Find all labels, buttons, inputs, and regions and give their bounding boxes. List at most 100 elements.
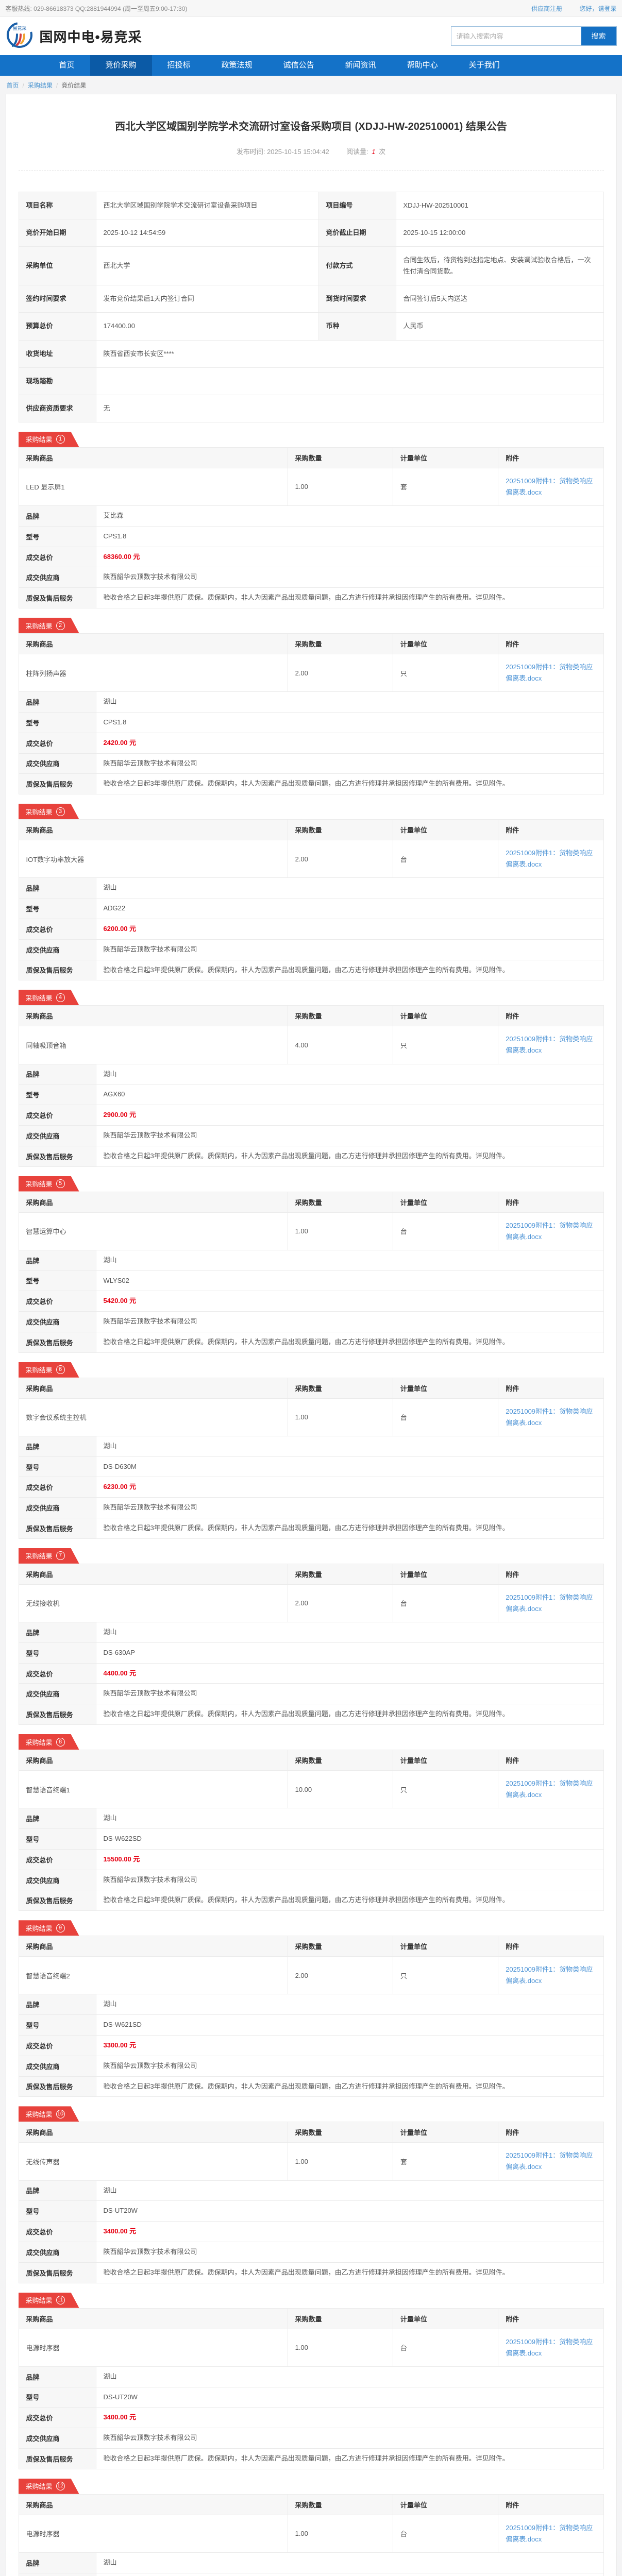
nav-item-news[interactable]: 新闻资讯 (330, 55, 392, 76)
result-badge-label: 采购结果 (26, 434, 53, 444)
info-label-project-name: 项目名称 (19, 192, 96, 219)
brand-label: 品牌 (19, 1250, 96, 1270)
announcement-card: 西北大学区域国别学院学术交流研讨室设备采购项目 (XDJJ-HW-2025100… (6, 94, 617, 2576)
nav-item-bidding-purchase[interactable]: 竞价采购 (90, 55, 152, 76)
model-label: 型号 (19, 1642, 96, 1663)
result-detail-table: 品牌 湖山 型号 DS-630AP 成交总价 4400.00 元 (19, 1622, 604, 1725)
model-label: 型号 (19, 713, 96, 733)
search-input[interactable] (451, 27, 581, 45)
result-badge: 采购结果 11 (19, 2293, 79, 2308)
price-value: 3300.00 (104, 2041, 128, 2049)
nav-item-policy[interactable]: 政策法规 (206, 55, 268, 76)
supplier-value: 陕西韶华云顶数字技术有限公司 (96, 2056, 603, 2076)
attachment-link[interactable]: 20251009附件1：货物类响应偏离表.docx (506, 2522, 596, 2545)
col-header-qty: 采购数量 (288, 634, 393, 654)
result-block: 采购结果 2 采购商品 采购数量 计量单位 附件 柱阵列扬声器 2.00 只 (19, 618, 604, 794)
login-link[interactable]: 您好，请登录 (579, 5, 616, 12)
brand-label: 品牌 (19, 1436, 96, 1456)
supplier-label: 成交供应商 (19, 1870, 96, 1890)
brand-value: 湖山 (96, 1250, 603, 1270)
result-badge-number: 7 (56, 1551, 65, 1560)
info-value-sign-time: 发布竞价结果后1天内签订合同 (96, 285, 318, 313)
col-header-attachment: 附件 (498, 447, 603, 468)
result-item-table: 采购商品 采购数量 计量单位 附件 柱阵列扬声器 2.00 只 20251009… (19, 633, 604, 692)
attachment-link[interactable]: 20251009附件1：货物类响应偏离表.docx (506, 476, 596, 498)
info-value-project-no: XDJJ-HW-202510001 (396, 192, 603, 219)
model-value: CPS1.8 (96, 713, 603, 733)
result-badge-label: 采购结果 (26, 1551, 53, 1561)
unit-cell: 台 (393, 840, 498, 878)
brand-label: 品牌 (19, 1622, 96, 1643)
attachment-link[interactable]: 20251009附件1：货物类响应偏离表.docx (506, 662, 596, 684)
attachment-cell: 20251009附件1：货物类响应偏离表.docx (498, 2329, 603, 2366)
info-label-address: 收货地址 (19, 340, 96, 367)
model-value: CPS1.8 (96, 526, 603, 547)
attachment-link[interactable]: 20251009附件1：货物类响应偏离表.docx (506, 1406, 596, 1429)
model-value: ADG22 (96, 899, 603, 919)
col-header-product: 采购商品 (19, 1006, 288, 1026)
product-name-cell: 电源时序器 (19, 2329, 288, 2366)
price-label: 成交总价 (19, 1105, 96, 1126)
attachment-link[interactable]: 20251009附件1：货物类响应偏离表.docx (506, 1964, 596, 1987)
result-badge-number: 11 (56, 2296, 65, 2304)
price-value: 68360.00 (104, 553, 131, 561)
attachment-link[interactable]: 20251009附件1：货物类响应偏离表.docx (506, 1220, 596, 1243)
warranty-value: 验收合格之日起3年提供原厂质保。质保期内，非人为因素产品出现质量问题，由乙方进行… (96, 960, 603, 980)
nav-item-tender[interactable]: 招投标 (152, 55, 206, 76)
result-badge: 采购结果 9 (19, 1920, 79, 1936)
qty-cell: 1.00 (288, 1398, 393, 1436)
brand-value: 湖山 (96, 1064, 603, 1084)
result-badge-label: 采购结果 (26, 993, 53, 1003)
nav-item-help[interactable]: 帮助中心 (392, 55, 453, 76)
price-value: 2900.00 (104, 1111, 128, 1118)
search-button[interactable]: 搜索 (581, 27, 616, 45)
result-block: 采购结果 8 采购商品 采购数量 计量单位 附件 智慧语音终端1 10.00 只 (19, 1734, 604, 1911)
supplier-value: 陕西韶华云顶数字技术有限公司 (96, 1870, 603, 1890)
warranty-label: 质保及售后服务 (19, 1704, 96, 1725)
supplier-label: 成交供应商 (19, 2428, 96, 2449)
nav-item-integrity[interactable]: 诚信公告 (268, 55, 330, 76)
price-label: 成交总价 (19, 2408, 96, 2428)
result-badge-label: 采购结果 (26, 807, 53, 817)
project-info-table: 项目名称 西北大学区域国别学院学术交流研讨室设备采购项目 项目编号 XDJJ-H… (19, 192, 604, 422)
attachment-link[interactable]: 20251009附件1：货物类响应偏离表.docx (506, 2150, 596, 2173)
attachment-cell: 20251009附件1：货物类响应偏离表.docx (498, 1398, 603, 1436)
attachment-link[interactable]: 20251009附件1：货物类响应偏离表.docx (506, 1592, 596, 1615)
attachment-link[interactable]: 20251009附件1：货物类响应偏离表.docx (506, 848, 596, 870)
nav-item-about[interactable]: 关于我们 (453, 55, 515, 76)
views-label: 阅读量: (346, 148, 368, 156)
nav-item-home[interactable]: 首页 (44, 55, 90, 76)
site-header: 易竞采 国网中电•易竞采 搜索 (0, 17, 622, 55)
attachment-cell: 20251009附件1：货物类响应偏离表.docx (498, 1771, 603, 1808)
unit-cell: 只 (393, 1026, 498, 1064)
product-name-cell: 同轴吸顶音箱 (19, 1026, 288, 1064)
breadcrumb-results-link[interactable]: 采购结果 (28, 82, 53, 89)
col-header-unit: 计量单位 (393, 1750, 498, 1771)
col-header-attachment: 附件 (498, 1750, 603, 1771)
brand-label: 品牌 (19, 692, 96, 713)
col-header-product: 采购商品 (19, 1750, 288, 1771)
col-header-qty: 采购数量 (288, 447, 393, 468)
attachment-link[interactable]: 20251009附件1：货物类响应偏离表.docx (506, 2336, 596, 2359)
info-label-payment: 付款方式 (318, 247, 396, 285)
result-item-table: 采购商品 采购数量 计量单位 附件 电源时序器 1.00 台 20251009附… (19, 2494, 604, 2553)
model-value: WLYS02 (96, 1270, 603, 1291)
warranty-label: 质保及售后服务 (19, 774, 96, 794)
result-badge: 采购结果 12 (19, 2479, 79, 2494)
supplier-value: 陕西韶华云顶数字技术有限公司 (96, 2242, 603, 2262)
attachment-link[interactable]: 20251009附件1：货物类响应偏离表.docx (506, 1033, 596, 1056)
info-label-start-date: 竞价开始日期 (19, 219, 96, 247)
attachment-link[interactable]: 20251009附件1：货物类响应偏离表.docx (506, 1778, 596, 1801)
col-header-qty: 采购数量 (288, 1192, 393, 1212)
supplier-register-link[interactable]: 供应商注册 (531, 5, 562, 12)
breadcrumb-home-link[interactable]: 首页 (7, 82, 19, 89)
qty-cell: 2.00 (288, 654, 393, 692)
warranty-label: 质保及售后服务 (19, 1890, 96, 1911)
col-header-attachment: 附件 (498, 1006, 603, 1026)
unit-cell: 套 (393, 468, 498, 505)
model-label: 型号 (19, 2573, 96, 2576)
brand-value: 湖山 (96, 2180, 603, 2201)
price-value: 2420.00 (104, 739, 128, 747)
model-value: DX4.0 (96, 2573, 603, 2576)
info-value-delivery-time: 合同签订后5天内送达 (396, 285, 603, 313)
